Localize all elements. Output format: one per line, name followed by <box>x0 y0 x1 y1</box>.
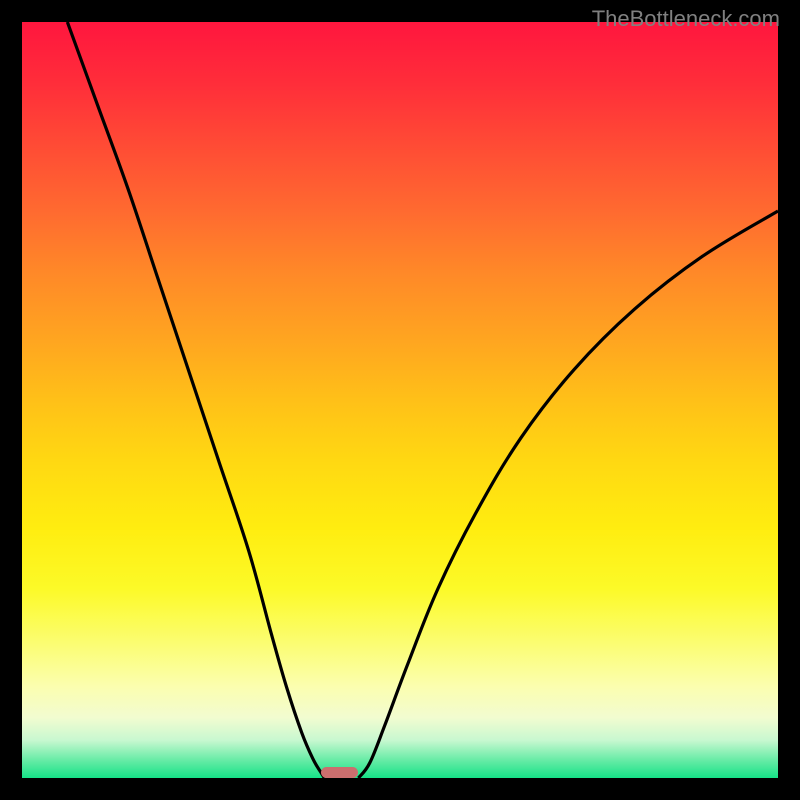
min-marker <box>321 767 359 778</box>
right-curve <box>358 211 778 778</box>
watermark-text: TheBottleneck.com <box>592 6 780 32</box>
curves-svg <box>22 22 778 778</box>
left-curve <box>67 22 324 778</box>
plot-area <box>22 22 778 778</box>
